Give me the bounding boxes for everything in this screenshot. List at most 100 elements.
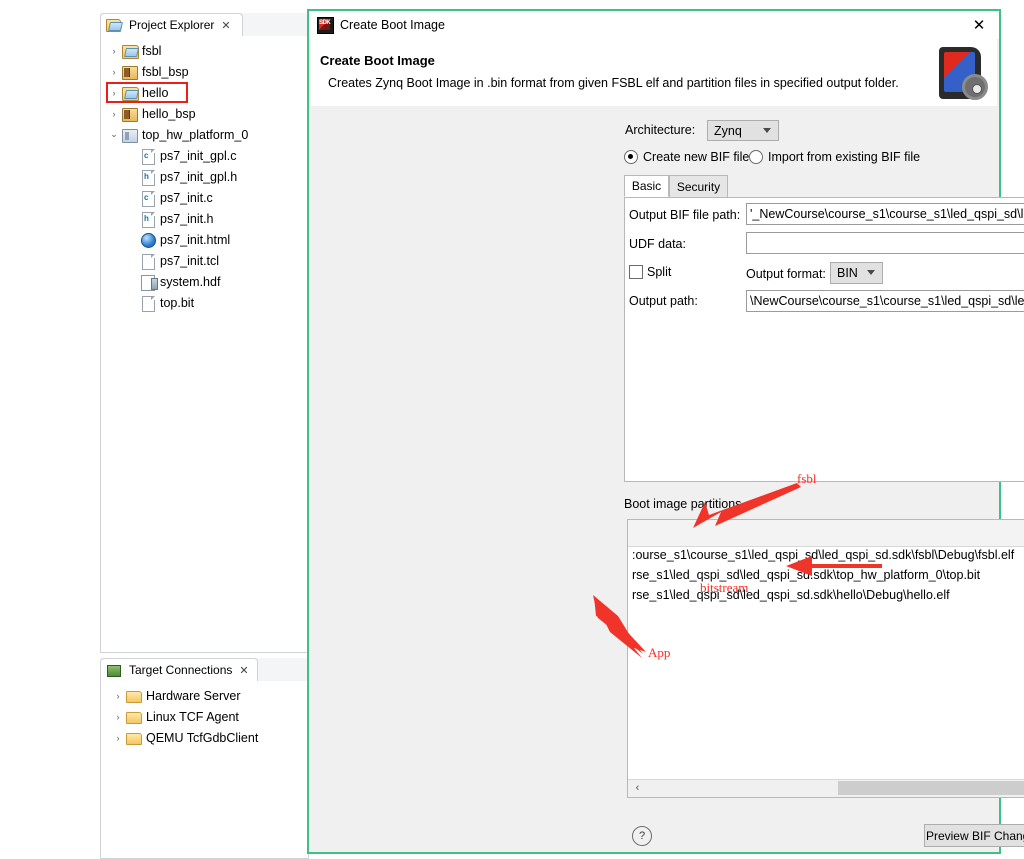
tab-project-explorer[interactable]: Project Explorer ✕ (100, 13, 243, 36)
chevron-right-icon[interactable]: › (107, 46, 121, 56)
scrollbar-thumb[interactable] (838, 781, 1024, 795)
target-item-hardware-server[interactable]: › Hardware Server (101, 685, 308, 706)
target-item-label: QEMU TcfGdbClient (146, 730, 259, 745)
tree-item-top-hw-platform-0[interactable]: ⌄ top_hw_platform_0 (101, 124, 308, 145)
sdk-icon: SDK (317, 16, 334, 34)
radio-import-existing-bif-label: Import from existing BIF file (768, 150, 921, 164)
partition-path: rse_s1\led_qspi_sd\led_qspi_sd.sdk\hello… (632, 588, 950, 602)
tab-project-explorer-label: Project Explorer (129, 18, 215, 32)
create-boot-image-dialog: SDK Create Boot Image ✕ Create Boot Imag… (307, 9, 1024, 854)
target-item-qemu-tcfgdbclient[interactable]: › QEMU TcfGdbClient (101, 727, 308, 748)
chevron-down-icon[interactable]: ⌄ (107, 129, 121, 140)
tree-item-label: ps7_init_gpl.c (160, 148, 237, 163)
split-checkbox-label: Split (647, 265, 672, 279)
udf-data-input[interactable] (746, 232, 1024, 254)
html-file-icon (139, 232, 156, 248)
preview-bif-changes-button[interactable]: Preview BIF Changes (924, 824, 1024, 847)
annotation-bitstream: bitstream (700, 580, 749, 595)
chevron-right-icon[interactable]: › (107, 109, 121, 119)
tree-item-ps7-init-c[interactable]: c ps7_init.c (101, 187, 308, 208)
close-icon[interactable]: ✕ (969, 16, 989, 34)
tree-item-ps7-init-gpl-h[interactable]: h ps7_init_gpl.h (101, 166, 308, 187)
project-folder-icon (121, 43, 139, 59)
scroll-left-icon[interactable]: ‹ (630, 780, 645, 796)
target-item-label: Hardware Server (146, 688, 241, 703)
output-format-combo[interactable]: BIN (830, 262, 883, 284)
tab-target-connections-label: Target Connections (129, 663, 233, 677)
hello-project-highlight (106, 82, 188, 103)
output-path-label: Output path: (629, 294, 698, 308)
boot-image-partitions-table: Encrypted Authenticat... :ourse_s1\cours… (627, 519, 1024, 798)
help-icon[interactable]: ? (632, 826, 652, 846)
target-connections-icon (106, 662, 121, 678)
split-checkbox-indicator (629, 265, 643, 279)
target-connections-view: Target Connections ✕ › Hardware Server › Li… (100, 658, 309, 859)
tree-item-label: top.bit (160, 295, 195, 310)
tree-item-label: system.hdf (160, 274, 221, 289)
folder-icon (125, 709, 142, 725)
folder-icon (125, 730, 142, 746)
radio-import-existing-bif[interactable]: Import from existing BIF file (749, 150, 920, 164)
radio-import-existing-bif-indicator (749, 150, 763, 164)
target-connections-body: › Hardware Server › Linux TCF Agent › QEMU Tc… (100, 681, 309, 859)
close-icon[interactable]: ✕ (239, 664, 248, 677)
tree-item-ps7-init-tcl[interactable]: ps7_init.tcl (101, 250, 308, 271)
bsp-project-icon (121, 106, 138, 122)
project-explorer-icon (106, 17, 121, 33)
table-row[interactable]: :ourse_s1\course_s1\led_qspi_sd\led_qspi… (628, 548, 1024, 568)
tree-item-label: fsbl (142, 43, 162, 58)
bsp-project-icon (121, 64, 138, 80)
folder-icon (125, 688, 142, 704)
project-explorer-body: › fsbl › fsbl_bsp › hello › hello_bsp ⌄ top_hw_pl… (100, 36, 309, 653)
chevron-right-icon[interactable]: › (111, 691, 125, 701)
table-row[interactable]: rse_s1\led_qspi_sd\led_qspi_sd.sdk\hello… (628, 588, 1024, 608)
chevron-down-icon (763, 127, 771, 133)
tree-item-fsbl-bsp[interactable]: › fsbl_bsp (101, 61, 308, 82)
tree-item-ps7-init-gpl-c[interactable]: c ps7_init_gpl.c (101, 145, 308, 166)
boot-image-partitions-label: Boot image partitions (624, 497, 742, 511)
tree-item-label: ps7_init.h (160, 211, 214, 226)
horizontal-scrollbar[interactable]: ‹ › (628, 779, 1024, 797)
radio-create-new-bif[interactable]: Create new BIF file (624, 150, 749, 164)
project-tree: › fsbl › fsbl_bsp › hello › hello_bsp ⌄ top_hw_pl… (101, 36, 308, 313)
output-format-value: BIN (837, 266, 858, 280)
udf-data-label: UDF data: (629, 237, 686, 251)
dialog-header-band: Create Boot Image Creates Zynq Boot Imag… (311, 39, 997, 106)
bitstream-file-icon (139, 295, 156, 312)
tab-security[interactable]: Security (669, 175, 728, 197)
table-row[interactable]: rse_s1\led_qspi_sd\led_qspi_sd.sdk\top_h… (628, 568, 1024, 588)
tree-item-label: ps7_init.tcl (160, 253, 220, 268)
tree-item-ps7-init-h[interactable]: h ps7_init.h (101, 208, 308, 229)
bif-path-label: Output BIF file path: (629, 208, 741, 222)
radio-create-new-bif-indicator (624, 150, 638, 164)
sd-card-gear-icon (933, 44, 989, 102)
dialog-title: Create Boot Image (340, 18, 445, 32)
tree-item-label: hello_bsp (142, 106, 196, 121)
split-checkbox[interactable]: Split (629, 265, 671, 279)
architecture-combo[interactable]: Zynq (707, 120, 779, 141)
architecture-label: Architecture: (625, 123, 696, 137)
tab-basic[interactable]: Basic (624, 175, 669, 197)
bif-path-input[interactable]: '_NewCourse\course_s1\course_s1\led_qspi… (746, 203, 1024, 225)
chevron-right-icon[interactable]: › (111, 712, 125, 722)
dialog-titlebar: SDK Create Boot Image (309, 11, 999, 39)
output-path-input[interactable]: \NewCourse\course_s1\course_s1\led_qspi_… (746, 290, 1024, 312)
c-source-file-icon: c (139, 190, 156, 207)
chevron-right-icon[interactable]: › (107, 67, 121, 77)
output-format-label: Output format: (746, 267, 826, 281)
c-source-file-icon: c (139, 148, 156, 165)
tree-item-system-hdf[interactable]: system.hdf (101, 271, 308, 292)
tab-target-connections[interactable]: Target Connections ✕ (100, 658, 258, 681)
target-connections-tree: › Hardware Server › Linux TCF Agent › QEMU Tc… (101, 681, 308, 748)
target-item-linux-tcf-agent[interactable]: › Linux TCF Agent (101, 706, 308, 727)
close-icon[interactable]: ✕ (221, 19, 230, 32)
tree-item-hello[interactable]: › hello (101, 82, 308, 103)
tree-item-ps7-init-html[interactable]: ps7_init.html (101, 229, 308, 250)
annotation-fsbl: fsbl (797, 471, 817, 486)
tree-item-top-bit[interactable]: top.bit (101, 292, 308, 313)
tree-item-fsbl[interactable]: › fsbl (101, 40, 308, 61)
chevron-right-icon[interactable]: › (111, 733, 125, 743)
tree-item-hello-bsp[interactable]: › hello_bsp (101, 103, 308, 124)
tab-security-label: Security (676, 179, 721, 194)
tree-item-label: ps7_init.c (160, 190, 213, 205)
